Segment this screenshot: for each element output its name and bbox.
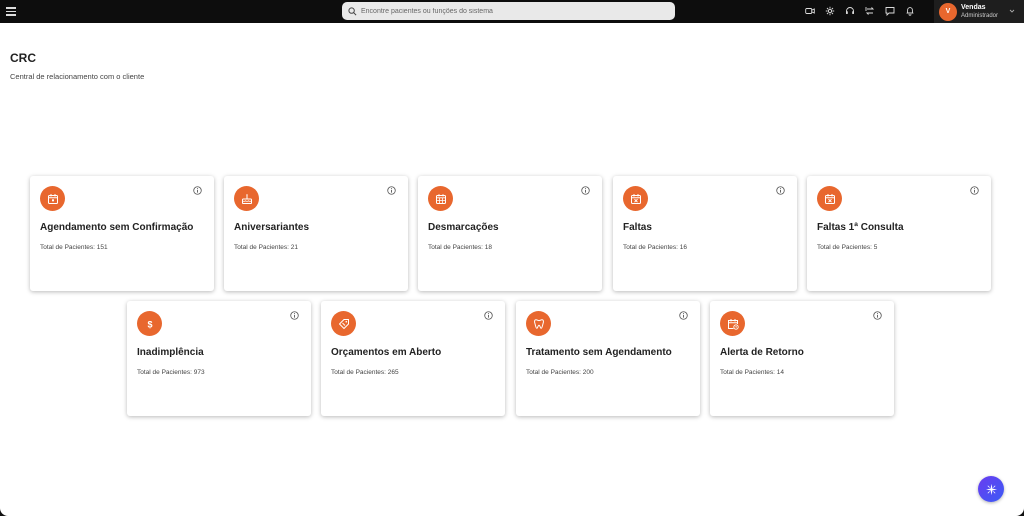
dollar-icon: $ <box>137 311 162 336</box>
card-faltas-primeira-consulta[interactable]: Faltas 1ª Consulta Total de Pacientes: 5 <box>807 176 991 291</box>
card-inadimplencia[interactable]: $ Inadimplência Total de Pacientes: 973 <box>127 301 311 416</box>
card-faltas[interactable]: Faltas Total de Pacientes: 16 <box>613 176 797 291</box>
user-menu[interactable]: V Vendas Administrador <box>934 0 1024 23</box>
card-title: Aniversariantes <box>234 222 310 233</box>
page-title: CRC <box>10 51 36 65</box>
card-title: Faltas 1ª Consulta <box>817 222 904 233</box>
card-orcamentos-em-aberto[interactable]: Orçamentos em Aberto Total de Pacientes:… <box>321 301 505 416</box>
card-total-value: 265 <box>387 369 399 376</box>
tooth-icon <box>526 311 551 336</box>
calendar-x-icon <box>623 186 648 211</box>
video-icon[interactable] <box>800 4 820 18</box>
chat-icon[interactable] <box>880 4 900 18</box>
calendar-icon <box>40 186 65 211</box>
main-content: CRC Central de relacionamento com o clie… <box>0 23 1024 516</box>
assistant-button[interactable] <box>978 476 1004 502</box>
card-total-value: 21 <box>290 244 298 251</box>
card-total: Total de Pacientes: 21 <box>234 244 298 251</box>
page-subtitle: Central de relacionamento com o cliente <box>10 72 145 81</box>
card-title: Faltas <box>623 222 652 233</box>
card-total-value: 5 <box>873 244 878 251</box>
card-title: Tratamento sem Agendamento <box>526 347 672 358</box>
hamburger-menu-icon[interactable] <box>6 5 16 17</box>
sparkle-icon[interactable] <box>820 4 840 18</box>
card-total-value: 151 <box>96 244 108 251</box>
avatar: V <box>939 2 957 21</box>
info-icon[interactable] <box>290 311 299 320</box>
card-title: Inadimplência <box>137 347 204 358</box>
card-total-value: 16 <box>679 244 687 251</box>
card-title: Orçamentos em Aberto <box>331 347 442 358</box>
card-total-value: 973 <box>193 369 205 376</box>
card-tratamento-sem-agendamento[interactable]: Tratamento sem Agendamento Total de Paci… <box>516 301 700 416</box>
tag-icon <box>331 311 356 336</box>
cake-icon <box>234 186 259 211</box>
transfer-icon[interactable] <box>860 4 880 18</box>
card-total: Total de Pacientes: 265 <box>331 369 399 376</box>
sparkle-icon <box>985 483 997 495</box>
svg-text:$: $ <box>147 319 152 329</box>
card-title: Alerta de Retorno <box>720 347 804 358</box>
card-total-value: 18 <box>484 244 492 251</box>
card-total: Total de Pacientes: 5 <box>817 244 878 251</box>
card-total: Total de Pacientes: 18 <box>428 244 492 251</box>
card-total: Total de Pacientes: 151 <box>40 244 108 251</box>
headset-icon[interactable] <box>840 4 860 18</box>
calendar-x-icon <box>817 186 842 211</box>
card-alerta-de-retorno[interactable]: Alerta de Retorno Total de Pacientes: 14 <box>710 301 894 416</box>
info-icon[interactable] <box>776 186 785 195</box>
search-icon <box>348 6 357 15</box>
info-icon[interactable] <box>679 311 688 320</box>
top-bar: V Vendas Administrador <box>0 0 1024 23</box>
info-icon[interactable] <box>970 186 979 195</box>
card-agendamento-sem-confirmacao[interactable]: Agendamento sem Confirmação Total de Pac… <box>30 176 214 291</box>
card-total-value: 200 <box>582 369 594 376</box>
card-aniversariantes[interactable]: Aniversariantes Total de Pacientes: 21 <box>224 176 408 291</box>
user-role: Administrador <box>961 12 999 19</box>
card-total: Total de Pacientes: 200 <box>526 369 594 376</box>
card-desmarcacoes[interactable]: Desmarcações Total de Pacientes: 18 <box>418 176 602 291</box>
card-total: Total de Pacientes: 973 <box>137 369 205 376</box>
info-icon[interactable] <box>581 186 590 195</box>
chevron-down-icon <box>1009 9 1015 13</box>
card-total: Total de Pacientes: 14 <box>720 369 784 376</box>
info-icon[interactable] <box>387 186 396 195</box>
search-input[interactable] <box>361 7 661 15</box>
info-icon[interactable] <box>873 311 882 320</box>
bell-icon[interactable] <box>900 4 920 18</box>
calendar-grid-icon <box>428 186 453 211</box>
calendar-clock-icon <box>720 311 745 336</box>
search-bar[interactable] <box>342 2 675 20</box>
card-total-value: 14 <box>776 369 784 376</box>
card-title: Desmarcações <box>428 222 499 233</box>
card-total: Total de Pacientes: 16 <box>623 244 687 251</box>
info-icon[interactable] <box>484 311 493 320</box>
user-name: Vendas <box>961 3 986 11</box>
info-icon[interactable] <box>193 186 202 195</box>
card-title: Agendamento sem Confirmação <box>40 222 194 233</box>
